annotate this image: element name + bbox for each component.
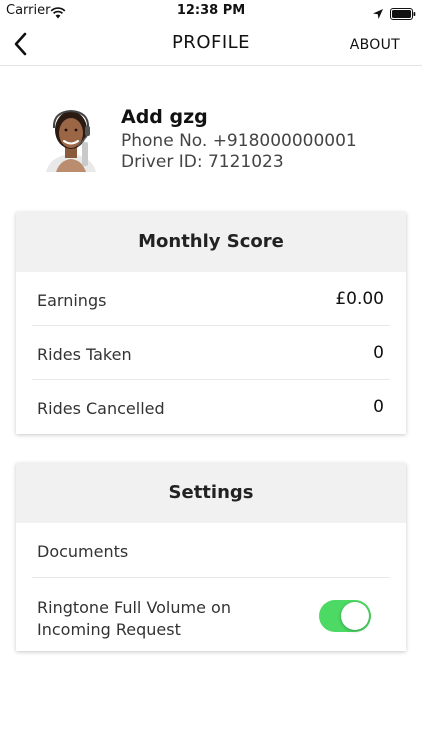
documents-item[interactable]: Documents <box>32 523 390 578</box>
score-row-earnings: Earnings £0.00 <box>32 272 390 326</box>
earnings-label: Earnings <box>37 291 107 310</box>
driver-id: Driver ID: 7121023 <box>121 152 284 172</box>
rides-taken-label: Rides Taken <box>37 345 132 364</box>
about-button[interactable]: ABOUT <box>350 37 400 53</box>
rides-cancelled-value: 0 <box>373 397 384 417</box>
back-arrow-icon[interactable] <box>10 30 36 58</box>
navigation-bar: PROFILE ABOUT <box>0 22 422 66</box>
rides-taken-value: 0 <box>373 343 384 363</box>
score-row-rides-taken: Rides Taken 0 <box>32 326 390 380</box>
monthly-score-card: Monthly Score Earnings £0.00 Rides Taken… <box>16 212 406 434</box>
earnings-value: £0.00 <box>335 289 384 309</box>
rides-cancelled-label: Rides Cancelled <box>37 399 165 418</box>
avatar <box>42 102 100 172</box>
status-time: 12:38 PM <box>176 3 246 18</box>
settings-title: Settings <box>16 463 406 523</box>
ringtone-setting-row: Ringtone Full Volume on Incoming Request <box>32 578 390 651</box>
monthly-score-title: Monthly Score <box>16 212 406 272</box>
status-bar: Carrier 12:38 PM <box>0 0 422 22</box>
driver-name: Add gzg <box>121 106 208 128</box>
ringtone-label: Ringtone Full Volume on Incoming Request <box>37 598 231 639</box>
phone-number: Phone No. +918000000001 <box>121 131 357 151</box>
toggle-knob <box>341 602 369 630</box>
documents-label: Documents <box>37 542 129 561</box>
profile-header: Add gzg Phone No. +918000000001 Driver I… <box>0 66 422 206</box>
settings-card: Settings Documents Ringtone Full Volume … <box>16 463 406 651</box>
ringtone-toggle[interactable] <box>319 600 371 632</box>
score-row-rides-cancelled: Rides Cancelled 0 <box>32 380 390 434</box>
